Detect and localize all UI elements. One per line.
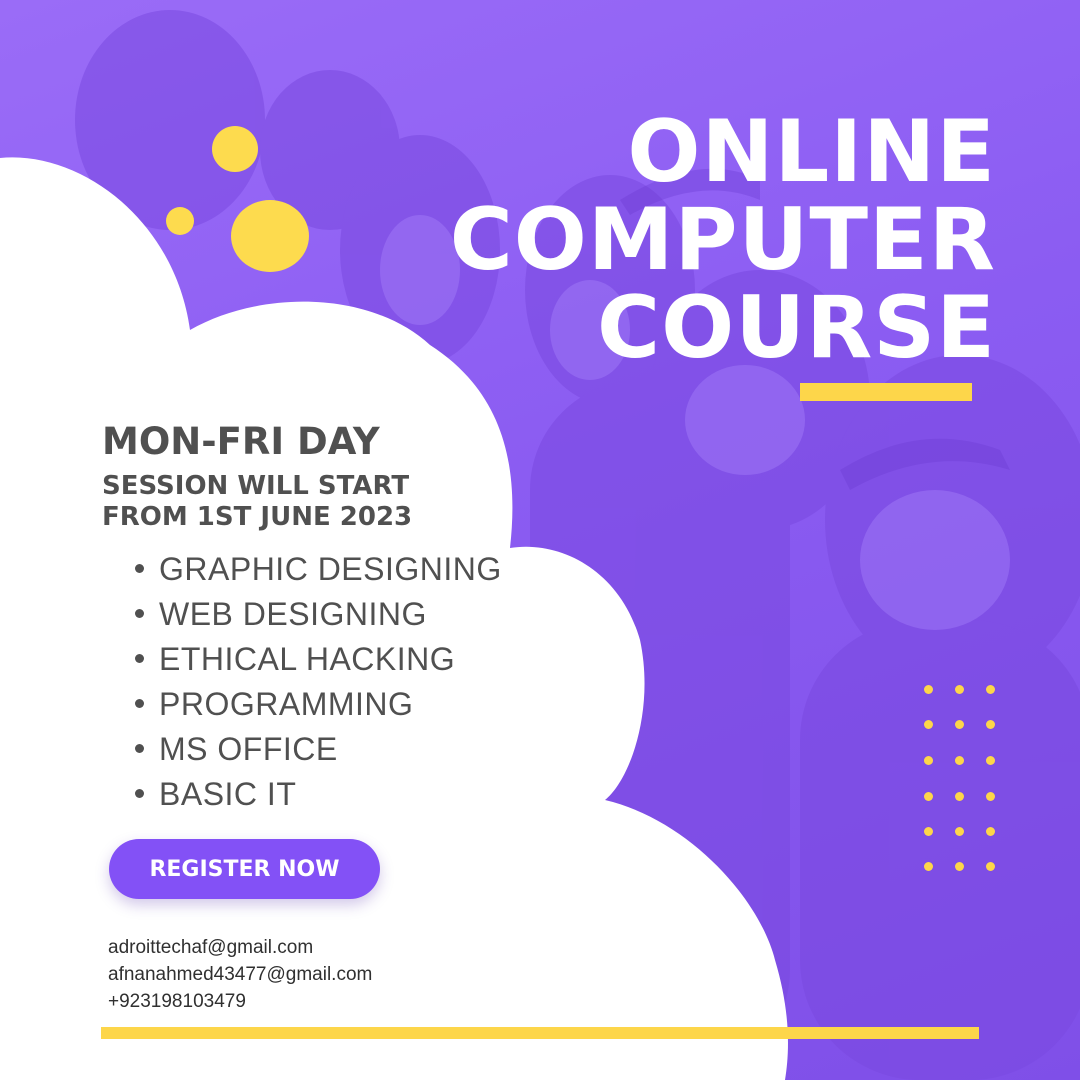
course-label: MS OFFICE xyxy=(159,731,338,767)
course-label: PROGRAMMING xyxy=(159,686,414,722)
contact-email-primary: adroittechaf@gmail.com xyxy=(108,937,314,958)
title-line: ONLINE xyxy=(627,102,996,202)
contact-email-secondary: afnanahmed43477@gmail.com xyxy=(108,964,373,985)
contact-phone: +923198103479 xyxy=(108,991,246,1012)
dot-icon xyxy=(924,720,933,729)
course-list: GRAPHIC DESIGNING WEB DESIGNING ETHICAL … xyxy=(135,547,502,817)
title-line: COMPUTER xyxy=(449,190,996,290)
title-line: COURSE xyxy=(597,278,996,378)
yellow-circle-large xyxy=(231,200,309,272)
bullet-icon xyxy=(135,789,144,799)
course-poster: ONLINE COMPUTER COURSE MON-FRI DAY SESSI… xyxy=(0,0,1080,1080)
yellow-circle-small xyxy=(166,207,194,235)
register-now-button[interactable]: REGISTER NOW xyxy=(109,839,380,899)
dot-icon xyxy=(986,792,995,801)
session-start-note: SESSION WILL START FROM 1ST JUNE 2023 xyxy=(102,471,413,532)
schedule-days: MON-FRI DAY xyxy=(102,420,380,463)
dot-icon xyxy=(955,720,964,729)
dot-icon xyxy=(955,685,964,694)
dot-icon xyxy=(986,862,995,871)
course-item: BASIC IT xyxy=(135,772,502,817)
course-label: BASIC IT xyxy=(159,776,297,812)
dot-icon xyxy=(924,685,933,694)
course-item: PROGRAMMING xyxy=(135,682,502,727)
bottom-accent-bar xyxy=(101,1027,979,1039)
course-item: WEB DESIGNING xyxy=(135,592,502,637)
course-title: ONLINE COMPUTER COURSE xyxy=(450,108,996,372)
yellow-circle-medium xyxy=(212,126,258,172)
course-label: ETHICAL HACKING xyxy=(159,641,456,677)
bullet-icon xyxy=(135,699,144,709)
title-underline-bar xyxy=(800,383,972,401)
dot-icon xyxy=(986,720,995,729)
dot-icon xyxy=(955,827,964,836)
dot-icon xyxy=(924,827,933,836)
dot-icon xyxy=(924,862,933,871)
dot-icon xyxy=(986,827,995,836)
course-item: MS OFFICE xyxy=(135,727,502,772)
bullet-icon xyxy=(135,609,144,619)
bullet-icon xyxy=(135,564,144,574)
bullet-icon xyxy=(135,654,144,664)
dot-icon xyxy=(924,756,933,765)
course-item: GRAPHIC DESIGNING xyxy=(135,547,502,592)
course-item: ETHICAL HACKING xyxy=(135,637,502,682)
dot-icon xyxy=(955,792,964,801)
dot-icon xyxy=(955,756,964,765)
course-label: WEB DESIGNING xyxy=(159,596,427,632)
dot-icon xyxy=(924,792,933,801)
course-label: GRAPHIC DESIGNING xyxy=(159,551,502,587)
dot-icon xyxy=(986,685,995,694)
contact-info: adroittechaf@gmail.com afnanahmed43477@g… xyxy=(108,934,372,1015)
dot-icon xyxy=(955,862,964,871)
dot-icon xyxy=(986,756,995,765)
bullet-icon xyxy=(135,744,144,754)
